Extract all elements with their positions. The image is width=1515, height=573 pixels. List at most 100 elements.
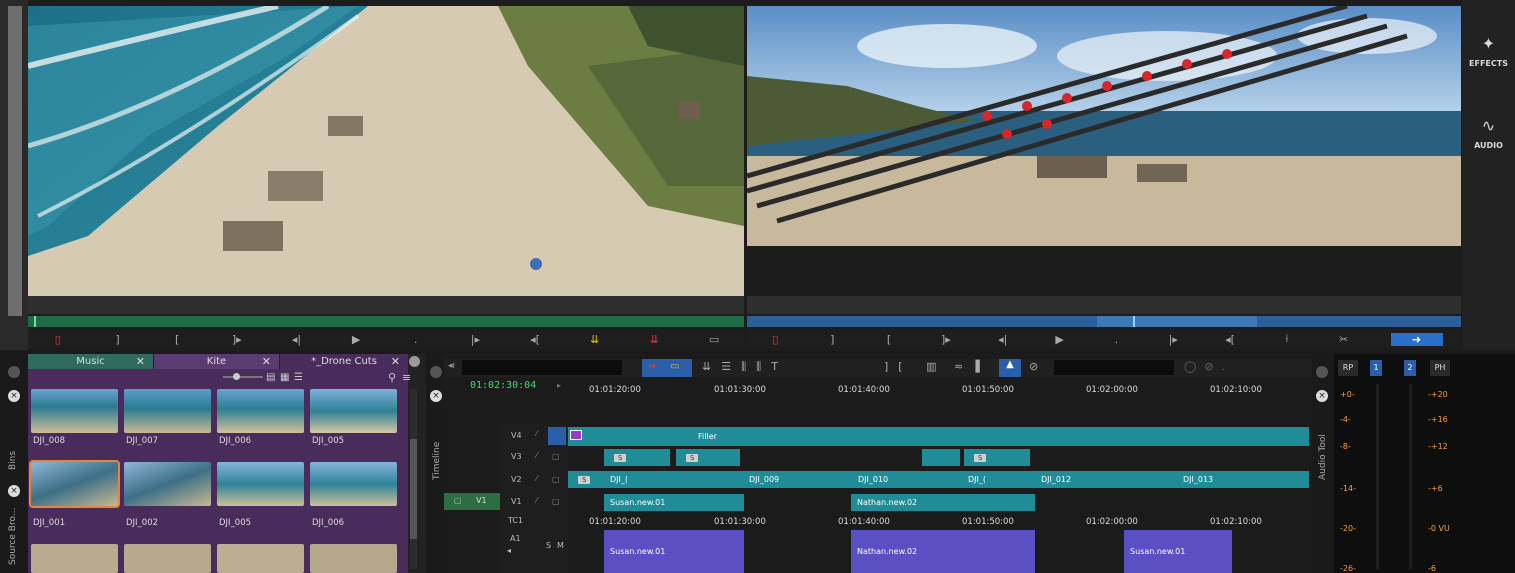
timeline-side-label[interactable]: Timeline [432,442,442,480]
rec-step-back-icon[interactable]: ◂| [993,333,1013,346]
clip-thumbnail[interactable] [310,389,397,433]
timeline-search-field[interactable] [1054,360,1174,375]
rec-mark-out-icon[interactable]: ] [822,333,842,346]
clip-thumbnail[interactable] [310,462,397,506]
rec-lift-icon[interactable]: ➜ [1390,332,1443,346]
clip-a1-susan-2[interactable]: Susan.new.01 [1124,530,1232,573]
clip-thumbnail-selected[interactable] [29,460,120,508]
go-to-in-icon[interactable]: ◂[ [525,333,545,346]
extract-splice-icon[interactable]: ▭ [670,361,679,372]
source-position-indicator[interactable] [34,316,36,327]
bin-scrollbar[interactable] [410,389,417,569]
timeline-tool-icons[interactable]: ⇊☰⫼⫼T [702,360,788,374]
source-browser-side-label[interactable]: Source Bro... [8,508,18,565]
step-forward-icon[interactable]: . [406,333,426,346]
play-icon[interactable]: ▶ [346,333,366,346]
record-position-indicator[interactable] [1133,316,1135,327]
v4-lock-icon[interactable]: ⁄ [536,429,537,438]
panel-menu-icon[interactable] [8,366,20,378]
close-source-browser-icon[interactable]: × [8,485,20,497]
clip-thumbnail[interactable] [31,389,118,433]
script-view-icon[interactable]: ☰ [294,372,303,383]
overwrite-icon[interactable]: ⇊ [644,333,664,346]
clip-a1-susan[interactable]: Susan.new.01 [604,530,744,573]
clip-thumbnail[interactable] [124,462,211,506]
bin-options-icon[interactable] [409,356,420,367]
search-icon[interactable]: ⚲ [388,371,396,384]
audio-button[interactable]: ∿ AUDIO [1462,116,1515,150]
track-label-v2[interactable]: V2 [511,475,522,484]
disable-icon[interactable]: ⊘ [1029,360,1038,373]
clip-thumbnail[interactable] [217,544,304,573]
clip-thumbnail[interactable] [124,544,211,573]
v2-monitor-icon[interactable]: ▢ [552,475,560,484]
clip-thumbnail[interactable] [310,544,397,573]
edit-tool-icons[interactable]: ≈▐ [954,360,988,373]
v1-lock-icon[interactable]: ⁄ [536,496,537,505]
source-track-toggle-icon[interactable]: ▢ [454,496,462,505]
bin-scrollbar-thumb[interactable] [410,439,417,539]
left-strip-handle[interactable] [8,6,22,316]
ph-button[interactable]: PH [1430,360,1450,376]
bin-menu-icon[interactable]: ≡ [402,371,411,384]
clip-v1-susan[interactable]: Susan.new.01 [604,494,744,511]
v3-lock-icon[interactable]: ⁄ [536,451,537,460]
timecode-display-field[interactable] [462,360,622,375]
track-label-v3[interactable]: V3 [511,452,522,461]
channel-2-toggle[interactable]: 2 [1404,360,1416,376]
close-timeline-icon[interactable]: × [430,390,442,402]
rec-mark-clip-icon[interactable]: [ [879,333,899,346]
rec-razor-icon[interactable]: ✂ [1334,333,1354,346]
splice-in-icon[interactable]: ⇊ [585,333,605,346]
clip-v3[interactable]: S [964,449,1030,466]
segment-mode-buttons[interactable]: ➜ ▭ [642,359,692,377]
clip-thumbnail[interactable] [217,389,304,433]
audio-tool-side-label[interactable]: Audio Tool [1318,434,1328,480]
v4-monitor-icon[interactable] [548,427,566,445]
snap-toggle-icon[interactable]: ▲ [999,359,1021,377]
clip-v3[interactable]: S [676,449,740,466]
timecode-menu-icon[interactable]: ▸ [557,381,561,390]
trim-tool-icons[interactable]: ][ ▥ [884,360,946,373]
track-label-v4[interactable]: V4 [511,431,522,440]
clip-thumbnail[interactable] [217,462,304,506]
record-position-bar[interactable] [747,316,1461,327]
v1-monitor-icon[interactable]: ▢ [552,497,560,506]
play-forward-icon[interactable]: |▸ [465,333,485,346]
source-track-v1[interactable]: ▢ V1 [444,493,500,510]
source-monitor[interactable] [28,6,744,296]
source-position-bar[interactable] [28,316,744,327]
a1-pan-icon[interactable]: ◂ [507,546,511,555]
clip-v1-nathan[interactable]: Nathan.new.02 [851,494,1035,511]
bin-tab-music[interactable]: Music ✕ [28,354,153,369]
track-label-a1[interactable]: A1 [510,534,521,543]
frame-view-icon[interactable]: ▦ [280,372,289,383]
rec-step-forward-icon[interactable]: . [1106,333,1126,346]
timeline-menu-icon[interactable] [430,366,442,378]
solo-button[interactable]: S [546,541,551,550]
close-tab-icon[interactable]: ✕ [391,355,400,368]
track-label-tc1[interactable]: TC1 [508,516,523,525]
effects-button[interactable]: ✦ EFFECTS [1462,34,1515,68]
list-view-icon[interactable]: ▤ [266,372,275,383]
clip-thumbnail[interactable] [124,389,211,433]
rec-mark-in-icon[interactable]: ▯ [765,333,785,346]
v3-monitor-icon[interactable]: ▢ [552,452,560,461]
v2-lock-icon[interactable]: ⁄ [536,474,537,483]
rec-play-forward-icon[interactable]: |▸ [1163,333,1183,346]
rp-button[interactable]: RP [1338,360,1358,376]
step-back-icon[interactable]: ◂| [286,333,306,346]
track-v2-clips[interactable]: S DJI_( DJI_009 DJI_010 DJI_( DJI_012 DJ… [568,471,1309,488]
close-audio-tool-icon[interactable]: × [1316,390,1328,402]
thumbnail-size-slider[interactable] [223,376,263,378]
clip-v3[interactable]: S [604,449,670,466]
close-tab-icon[interactable]: ✕ [262,355,271,368]
track-label-v1[interactable]: V1 [511,497,522,506]
clip-a1-nathan[interactable]: Nathan.new.02 [851,530,1035,573]
slider-handle[interactable] [233,373,240,380]
close-tab-icon[interactable]: ✕ [136,355,145,368]
audio-scrub-icon[interactable]: ◂ı [448,361,455,371]
clip-filler[interactable]: Filler [568,427,1309,446]
go-to-out-icon[interactable]: ]▸ [227,333,247,346]
mute-button[interactable]: M [557,541,564,550]
